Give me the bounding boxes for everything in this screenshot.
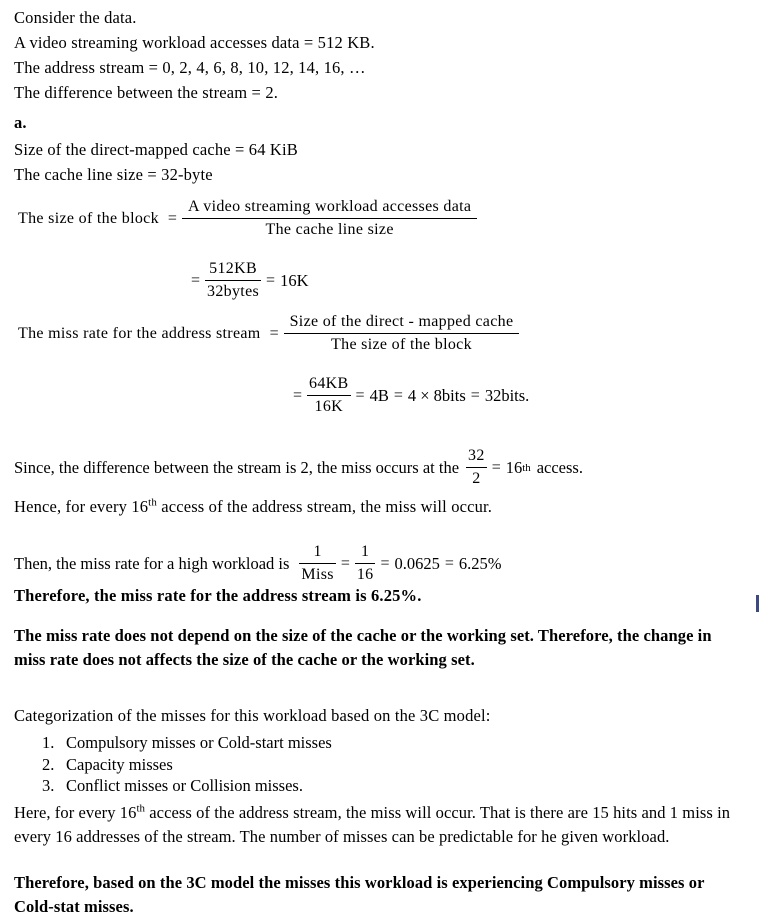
since-line: Since, the difference between the stream… <box>14 447 583 488</box>
equation-miss-rate-step2-denominator: 16K <box>314 397 344 415</box>
equation-miss-rate-step2-numerator: 64KB <box>309 375 349 392</box>
since-line-denominator: 2 <box>472 469 481 487</box>
equation-miss-rate-denominator: The size of the block <box>331 335 472 353</box>
categorization-list: 1. Compulsory misses or Cold-start misses… <box>42 732 332 797</box>
then-line-equals-3: = <box>444 554 454 572</box>
part-a-label: a. <box>14 113 27 132</box>
equation-block-size-result-equals: = <box>266 271 276 289</box>
independence-note: The miss rate does not depend on the siz… <box>14 626 712 669</box>
here-paragraph-prefix: Here, for every 16 <box>14 803 137 822</box>
list-item-label: Conflict misses or Collision misses. <box>66 776 303 795</box>
document-page: Consider the data. A video streaming wor… <box>0 0 772 922</box>
equation-block-size-denominator: The cache line size <box>265 220 394 238</box>
equation-block-size-step2-denominator: 32bytes <box>207 282 260 300</box>
then-line-fraction-1: 1 Miss <box>299 543 336 584</box>
then-line-percent: 6.25% <box>458 553 502 573</box>
list-item-index: 3. <box>42 776 55 795</box>
equation-miss-rate-equals: = <box>269 324 279 342</box>
equation-miss-rate-step4-result: 32bits. <box>484 385 530 405</box>
then-line-equals-1: = <box>340 554 350 572</box>
then-line-frac1-numerator: 1 <box>313 543 322 560</box>
then-line-equals-2: = <box>380 554 390 572</box>
equation-miss-rate-step2-equals: = <box>293 386 303 404</box>
equation-miss-rate-lead: The miss rate for the address stream <box>18 324 261 342</box>
equation-block-size-result: 16K <box>280 270 309 290</box>
part-a-given-1: Size of the direct-mapped cache = 64 KiB <box>14 140 298 159</box>
equation-block-size-numerator: A video streaming workload accesses data <box>187 198 472 215</box>
since-line-fraction: 32 2 <box>466 447 487 488</box>
intro-line-3: The address stream = 0, 2, 4, 6, 8, 10, … <box>14 58 366 77</box>
equation-block-size-equals: = <box>167 209 177 227</box>
equation-block-size-step2-equals: = <box>191 271 201 289</box>
equation-block-size-lead: The size of the block <box>18 209 159 227</box>
equation-miss-rate-result-equals: = <box>355 386 365 404</box>
since-line-prefix: Since, the difference between the stream… <box>14 457 460 477</box>
then-line-fraction-2: 1 16 <box>354 543 376 584</box>
intro-line-4: The difference between the stream = 2. <box>14 83 279 102</box>
list-item: 2. Capacity misses <box>42 754 332 776</box>
part-a-given-2: The cache line size = 32-byte <box>14 165 213 184</box>
intro-line-2: A video streaming workload accesses data… <box>14 33 375 52</box>
then-line-frac2-numerator: 1 <box>361 543 370 560</box>
equation-miss-rate-step3-equals: = <box>393 386 403 404</box>
list-item: 3. Conflict misses or Collision misses. <box>42 775 332 797</box>
list-item-label: Capacity misses <box>66 754 173 774</box>
since-line-numerator: 32 <box>468 447 485 464</box>
since-line-value: 16 <box>505 457 523 477</box>
equation-miss-rate-fraction: Size of the direct - mapped cache The si… <box>283 313 520 354</box>
since-line-suffix: access. <box>536 457 583 477</box>
hence-line-prefix: Hence, for every 16 <box>14 497 149 516</box>
equation-block-size: The size of the block = A video streamin… <box>18 198 478 239</box>
equation-miss-rate-result-bytes: 4B <box>369 385 389 405</box>
equation-block-size-step2: = 512KB 32bytes = 16K <box>186 260 309 301</box>
here-paragraph-ordinal: th <box>136 802 146 815</box>
here-paragraph: Here, for every 16th access of the addre… <box>14 801 758 848</box>
then-line-prefix: Then, the miss rate for a high workload … <box>14 553 290 573</box>
hence-line-suffix: access of the address stream, the miss w… <box>156 497 493 516</box>
hence-line-ordinal: th <box>148 496 157 509</box>
equation-block-size-step2-fraction: 512KB 32bytes <box>205 260 262 301</box>
equation-block-size-fraction: A video streaming workload accesses data… <box>181 198 478 239</box>
margin-artifact <box>756 595 759 612</box>
list-item: 1. Compulsory misses or Cold-start misses <box>42 732 332 754</box>
then-line-frac2-denominator: 16 <box>356 565 374 583</box>
hence-line: Hence, for every 16th access of the addr… <box>14 497 492 517</box>
therefore-miss-rate-value: 6.25%. <box>371 586 422 605</box>
therefore-miss-rate-line: Therefore, the miss rate for the address… <box>14 586 422 606</box>
conclusion-paragraph: Therefore, based on the 3C model the mis… <box>14 873 705 916</box>
equation-miss-rate-step2: = 64KB 16K = 4B = 4 × 8bits = 32bits. <box>288 375 529 416</box>
therefore-miss-rate-text: Therefore, the miss rate for the address… <box>14 586 367 605</box>
list-item-index: 1. <box>42 733 55 752</box>
list-item-index: 2. <box>42 754 55 774</box>
then-line: Then, the miss rate for a high workload … <box>14 543 502 584</box>
then-line-frac1-denominator: Miss <box>301 565 334 583</box>
categorization-heading: Categorization of the misses for this wo… <box>14 706 491 725</box>
intro-line-1: Consider the data. <box>14 8 137 27</box>
equation-miss-rate-step2-fraction: 64KB 16K <box>307 375 351 416</box>
equation-block-size-step2-numerator: 512KB <box>209 260 257 277</box>
list-item-label: Compulsory misses or Cold-start misses <box>66 733 332 752</box>
since-line-equals: = <box>491 458 501 476</box>
equation-miss-rate-step3-result: 4 × 8bits <box>407 385 466 405</box>
then-line-decimal: 0.0625 <box>394 553 440 573</box>
equation-miss-rate: The miss rate for the address stream = S… <box>18 313 520 354</box>
equation-miss-rate-numerator: Size of the direct - mapped cache <box>289 313 514 330</box>
equation-miss-rate-step4-equals: = <box>470 386 480 404</box>
